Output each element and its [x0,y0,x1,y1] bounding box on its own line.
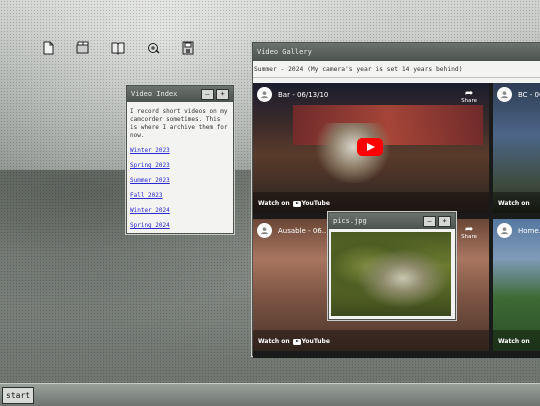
video-gallery-subtitle: Summer - 2024 (My camera's year is set 1… [253,61,540,78]
video-header: Home... [497,223,540,238]
play-button[interactable] [357,138,383,156]
video-index-window: Video Index – + I record short videos on… [126,85,234,234]
video-index-titlebar[interactable]: Video Index – + [127,86,233,102]
channel-avatar[interactable] [497,223,512,238]
image-viewer-window: pics.jpg – + [328,212,456,320]
watch-on-youtube-link[interactable]: Watch on [498,338,530,345]
close-button[interactable]: + [216,88,229,100]
book-icon[interactable] [110,40,126,55]
share-icon: ➦ [464,88,474,99]
video-title[interactable]: Ausable - 06... [278,227,328,235]
video-card-bar[interactable]: Bar - 06/13/10 ➦ Share Watch on YouTube [253,83,489,213]
desktop: Video Index – + I record short videos on… [0,0,540,405]
link-spring-2024[interactable]: Spring 2024 [130,222,230,230]
video-header: BC - 06... [497,87,540,102]
image-driftwood-photo [331,232,451,316]
video-title[interactable]: BC - 06... [518,91,540,99]
watch-on-youtube-link[interactable]: Watch on YouTube [258,200,330,207]
video-card-bc[interactable]: BC - 06... Watch on [493,83,540,213]
settings-icon[interactable] [145,40,161,54]
video-card-home[interactable]: Home... Watch on [493,219,540,351]
image-viewer-title: pics.jpg [333,217,367,225]
disk-icon[interactable] [180,40,196,55]
watch-on-youtube-link[interactable]: Watch on [498,200,530,207]
share-button[interactable]: ➦ Share [461,224,477,241]
image-viewer-titlebar[interactable]: pics.jpg – + [329,213,455,229]
watch-on-youtube-link[interactable]: Watch on YouTube [258,338,330,345]
video-gallery-title: Video Gallery [257,48,312,56]
video-gallery-titlebar[interactable]: Video Gallery [253,43,540,61]
video-index-title: Video Index [131,90,178,98]
taskbar: start [0,383,540,406]
channel-avatar[interactable] [497,87,512,102]
youtube-icon [292,200,301,207]
share-button[interactable]: ➦ Share [461,88,477,105]
link-winter-2023[interactable]: Winter 2023 [130,147,230,155]
link-summer-2023[interactable]: Summer 2023 [130,177,230,185]
film-camera-icon[interactable] [75,40,91,54]
start-button[interactable]: start [2,387,35,404]
channel-avatar[interactable] [257,87,272,102]
link-spring-2023[interactable]: Spring 2023 [130,162,230,170]
minimize-button[interactable]: – [201,88,214,100]
document-icon[interactable] [40,40,56,55]
channel-avatar[interactable] [257,223,272,238]
close-button[interactable]: + [438,215,451,227]
video-title[interactable]: Bar - 06/13/10 [278,91,328,99]
desktop-icon-row [40,40,196,55]
video-header: Bar - 06/13/10 [257,87,328,102]
minimize-button[interactable]: – [423,215,436,227]
video-header: Ausable - 06... [257,223,328,238]
share-icon: ➦ [464,224,474,235]
youtube-icon [292,338,301,345]
link-fall-2023[interactable]: Fall 2023 [130,192,230,200]
video-index-body: I record short videos on my camcorder so… [127,102,233,241]
video-index-intro: I record short videos on my camcorder so… [130,108,228,139]
link-winter-2024[interactable]: Winter 2024 [130,207,230,215]
video-title[interactable]: Home... [518,227,540,235]
